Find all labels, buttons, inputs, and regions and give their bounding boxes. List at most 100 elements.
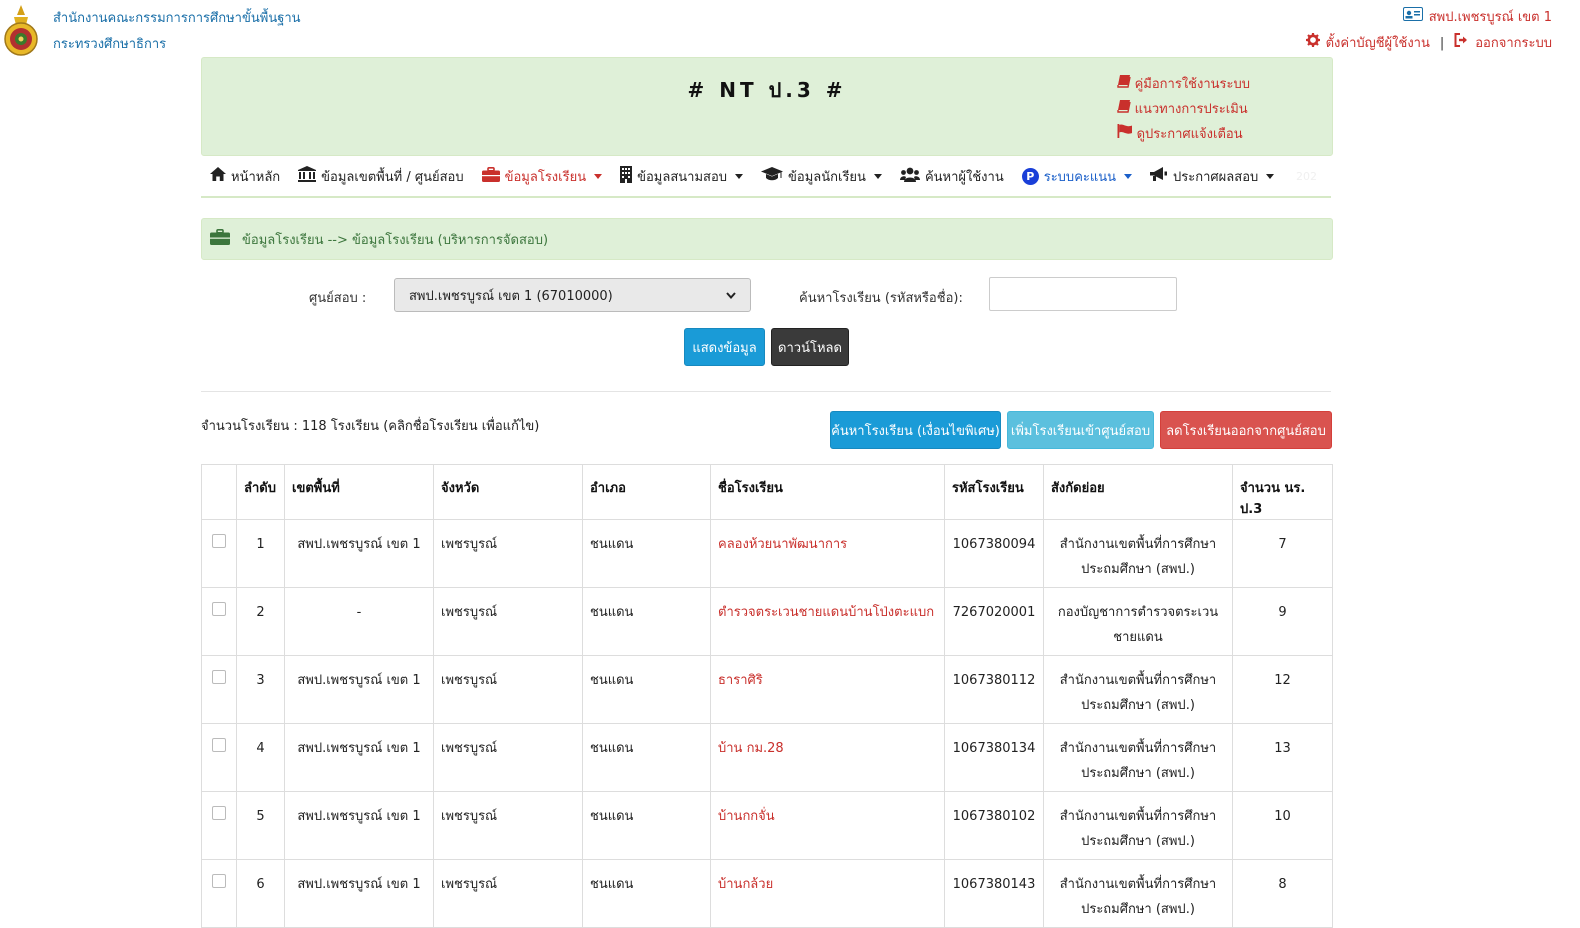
breadcrumb-text: ข้อมูลโรงเรียน --> ข้อมูลโรงเรียน (บริหา… xyxy=(242,232,549,248)
briefcase-icon xyxy=(210,229,230,249)
account-settings-link[interactable]: ตั้งค่าบัญชีผู้ใช้งาน xyxy=(1326,31,1430,57)
download-button[interactable]: ดาวน์โหลด xyxy=(771,328,849,366)
school-name-link[interactable]: บ้านกล้วย xyxy=(718,877,773,892)
row-select-cell xyxy=(201,859,237,928)
assessment-guide-label: แนวทางการประเมิน xyxy=(1134,102,1248,117)
row-district: ชนแดน xyxy=(582,859,711,928)
row-school-cell: ตำรวจตระเวนชายแดนบ้านโป่งตะแบก xyxy=(710,587,945,656)
row-student-count: 9 xyxy=(1232,587,1333,656)
link-separator: | xyxy=(1439,36,1445,51)
logout-link[interactable]: ออกจากระบบ xyxy=(1475,31,1552,57)
school-search-input[interactable] xyxy=(989,277,1177,311)
id-card-icon xyxy=(1402,5,1423,31)
school-search-label: ค้นหาโรงเรียน (รหัสหรือชื่อ): xyxy=(799,291,963,306)
nav-search-user[interactable]: ค้นหาผู้ใช้งาน xyxy=(891,156,1013,196)
briefcase-icon xyxy=(481,166,500,186)
bullhorn-icon xyxy=(1150,166,1168,186)
row-student-count: 12 xyxy=(1232,655,1333,724)
row-number: 2 xyxy=(236,587,285,656)
row-number: 3 xyxy=(236,655,285,724)
account-links: ตั้งค่าบัญชีผู้ใช้งาน | ออกจากระบบ xyxy=(1305,31,1552,57)
table-row: 6 สพป.เพชรบูรณ์ เขต 1 เพชรบูรณ์ ชนแดน บ้… xyxy=(201,859,1333,928)
row-select-cell xyxy=(201,519,237,588)
row-select-cell xyxy=(201,723,237,792)
table-row: 1 สพป.เพชรบูรณ์ เขต 1 เพชรบูรณ์ ชนแดน คล… xyxy=(201,519,1333,588)
divider xyxy=(201,391,1331,392)
nav-school-info[interactable]: ข้อมูลโรงเรียน xyxy=(473,156,611,196)
col-header-student-count: จำนวน นร. ป.3 xyxy=(1232,464,1333,520)
nav-score-system-label: ระบบคะแนน xyxy=(1043,169,1117,185)
school-name-link[interactable]: ธาราศิริ xyxy=(718,673,763,688)
row-school-cell: ธาราศิริ xyxy=(710,655,945,724)
search-school-special-button[interactable]: ค้นหาโรงเรียน (เงื่อนไขพิเศษ) xyxy=(830,411,1001,449)
school-name-link[interactable]: ตำรวจตระเวนชายแดนบ้านโป่งตะแบก xyxy=(718,605,934,620)
assessment-guide-link[interactable]: แนวทางการประเมิน xyxy=(1116,97,1250,122)
user-box: สพป.เพชรบูรณ์ เขต 1 ตั้งค่าบัญชีผู้ใช้งา… xyxy=(1305,5,1552,57)
school-name-link[interactable]: คลองห้วยนาพัฒนาการ xyxy=(718,537,847,552)
row-checkbox[interactable] xyxy=(212,806,226,820)
remove-school-button[interactable]: ลดโรงเรียนออกจากศูนย์สอบ xyxy=(1160,411,1332,449)
row-province: เพชรบูรณ์ xyxy=(433,519,583,588)
chevron-down-icon xyxy=(735,173,744,179)
row-school-code: 1067380112 xyxy=(944,655,1044,724)
row-school-cell: บ้านกกจั่น xyxy=(710,791,945,860)
nav-exam-venue[interactable]: ข้อมูลสนามสอบ xyxy=(611,156,752,196)
col-header-affiliation: สังกัดย่อย xyxy=(1043,464,1233,520)
row-school-cell: บ้าน กม.28 xyxy=(710,723,945,792)
table-row: 5 สพป.เพชรบูรณ์ เขต 1 เพชรบูรณ์ ชนแดน บ้… xyxy=(201,791,1333,860)
row-school-code: 1067380143 xyxy=(944,859,1044,928)
exam-center-select[interactable]: สพป.เพชรบูรณ์ เขต 1 (67010000) xyxy=(394,278,751,312)
organization-name: สำนักงานคณะกรรมการการศึกษาขั้นพื้นฐาน กร… xyxy=(53,6,301,58)
user-row: สพป.เพชรบูรณ์ เขต 1 xyxy=(1306,5,1552,31)
row-student-count: 8 xyxy=(1232,859,1333,928)
row-checkbox[interactable] xyxy=(212,874,226,888)
row-affiliation: สำนักงานเขตพื้นที่การศึกษาประถมศึกษา (สพ… xyxy=(1043,723,1233,792)
p-circle-icon: P xyxy=(1021,167,1039,185)
nav-exam-results[interactable]: ประกาศผลสอบ xyxy=(1141,156,1283,196)
chevron-down-icon xyxy=(726,288,736,303)
table-row: 3 สพป.เพชรบูรณ์ เขต 1 เพชรบูรณ์ ชนแดน ธา… xyxy=(201,655,1333,724)
row-school-code: 7267020001 xyxy=(944,587,1044,656)
show-data-button[interactable]: แสดงข้อมูล xyxy=(684,328,765,366)
row-checkbox[interactable] xyxy=(212,738,226,752)
org-line-2: กระทรวงศึกษาธิการ xyxy=(53,37,167,52)
row-student-count: 13 xyxy=(1232,723,1333,792)
nav-home-label: หน้าหลัก xyxy=(231,169,281,185)
building-icon xyxy=(620,165,633,187)
banner-links: คู่มือการใช้งานระบบ แนวทางการประเมิน ดูป… xyxy=(1116,72,1250,147)
col-header-school-name: ชื่อโรงเรียน xyxy=(710,464,945,520)
row-area: สพป.เพชรบูรณ์ เขต 1 xyxy=(284,519,434,588)
nav-student-info[interactable]: ข้อมูลนักเรียน xyxy=(752,156,891,196)
school-name-link[interactable]: บ้าน กม.28 xyxy=(718,741,784,756)
nav-student-info-label: ข้อมูลนักเรียน xyxy=(788,169,866,185)
row-select-cell xyxy=(201,587,237,656)
row-checkbox[interactable] xyxy=(212,534,226,548)
row-student-count: 7 xyxy=(1232,519,1333,588)
row-province: เพชรบูรณ์ xyxy=(433,859,583,928)
row-district: ชนแดน xyxy=(582,791,711,860)
nav-year-text: 202 xyxy=(1296,169,1317,183)
gear-icon xyxy=(1305,31,1320,57)
row-school-cell: คลองห้วยนาพัฒนาการ xyxy=(710,519,945,588)
school-name-link[interactable]: บ้านกกจั่น xyxy=(718,809,775,824)
col-header-school-code: รหัสโรงเรียน xyxy=(944,464,1044,520)
nav-area-centers[interactable]: ข้อมูลเขตพื้นที่ / ศูนย์สอบ xyxy=(289,156,472,196)
breadcrumb: ข้อมูลโรงเรียน --> ข้อมูลโรงเรียน (บริหา… xyxy=(201,218,1333,260)
row-affiliation: กองบัญชาการตำรวจตระเวนชายแดน xyxy=(1043,587,1233,656)
row-school-code: 1067380102 xyxy=(944,791,1044,860)
row-affiliation: สำนักงานเขตพื้นที่การศึกษาประถมศึกษา (สพ… xyxy=(1043,519,1233,588)
manual-link[interactable]: คู่มือการใช้งานระบบ xyxy=(1116,72,1250,97)
users-icon xyxy=(899,167,920,186)
add-school-button[interactable]: เพิ่มโรงเรียนเข้าศูนย์สอบ xyxy=(1007,411,1154,449)
nav-home[interactable]: หน้าหลัก xyxy=(201,156,289,196)
chevron-down-icon xyxy=(594,173,603,179)
row-number: 5 xyxy=(236,791,285,860)
row-checkbox[interactable] xyxy=(212,602,226,616)
nav-score-system[interactable]: P ระบบคะแนน xyxy=(1013,156,1141,196)
row-number: 4 xyxy=(236,723,285,792)
announcements-link[interactable]: ดูประกาศแจ้งเตือน xyxy=(1117,122,1250,147)
col-header-district: อำเภอ xyxy=(582,464,711,520)
row-area: สพป.เพชรบูรณ์ เขต 1 xyxy=(284,859,434,928)
col-header-select xyxy=(201,464,237,520)
row-checkbox[interactable] xyxy=(212,670,226,684)
